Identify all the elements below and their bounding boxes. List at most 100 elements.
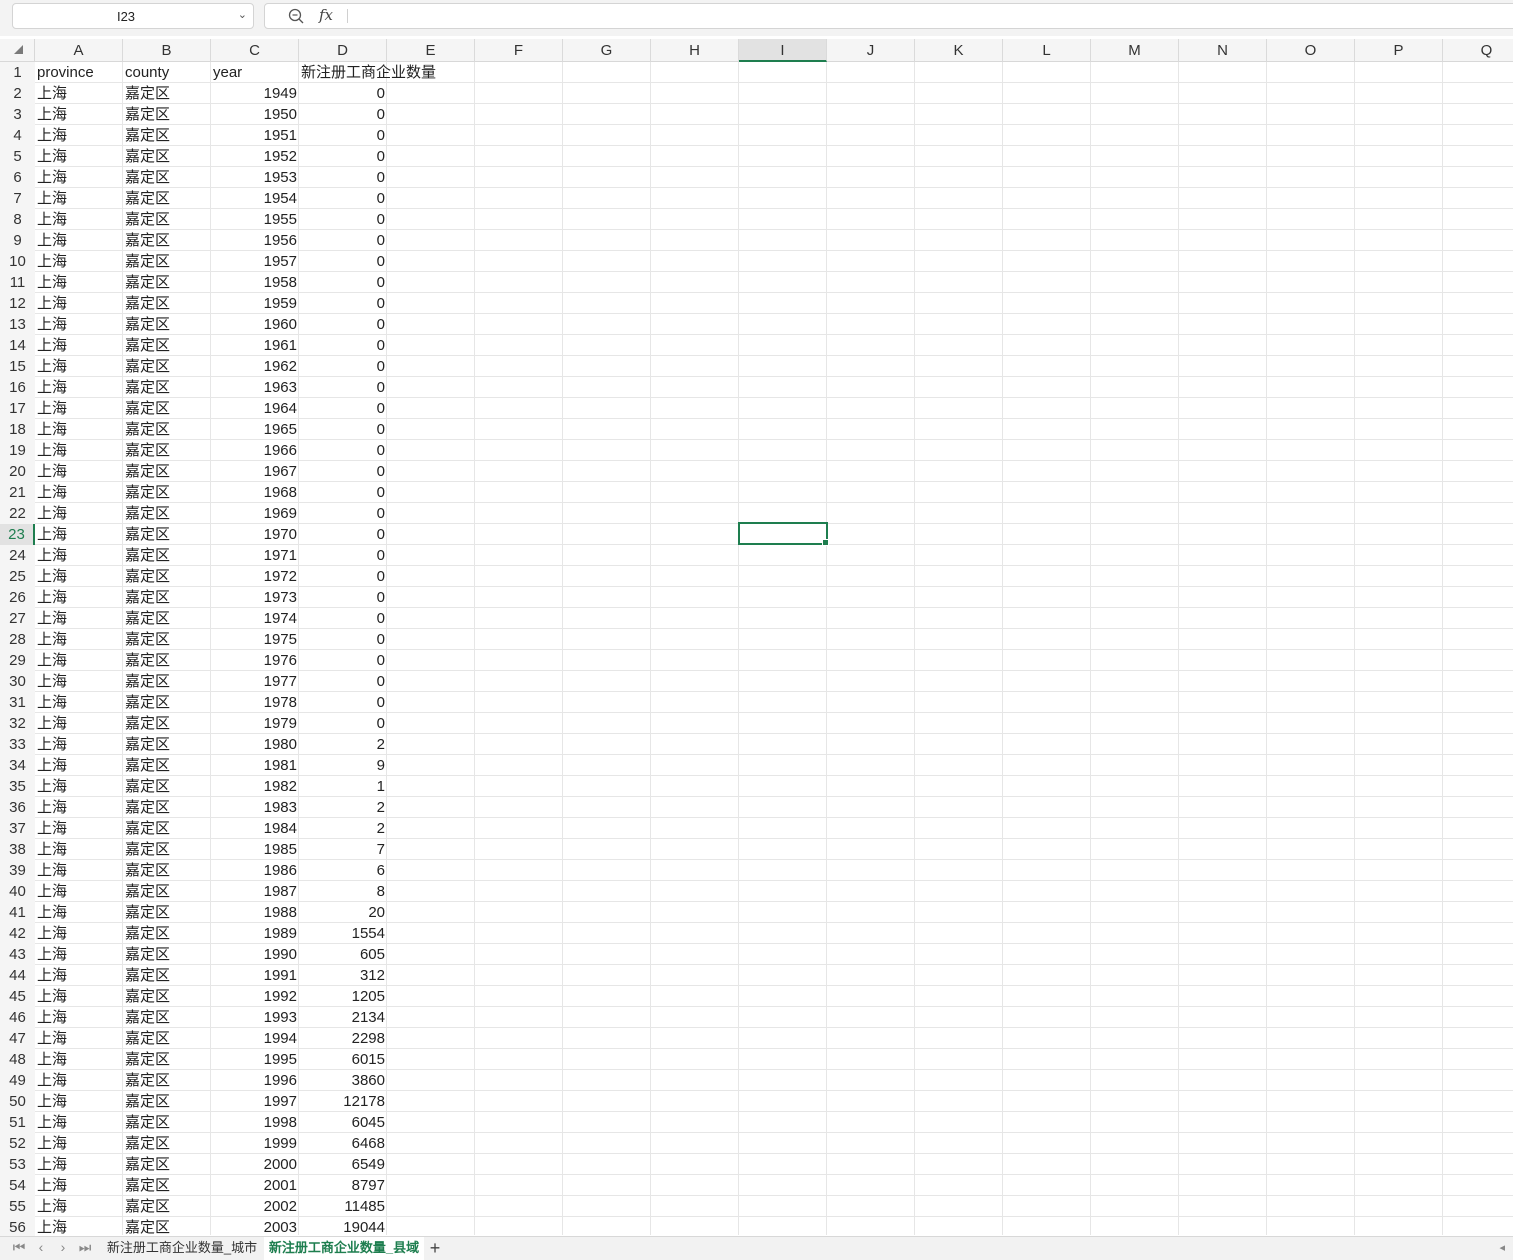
cell-year[interactable]: 1988	[211, 902, 299, 923]
cell-province[interactable]: 上海	[35, 188, 123, 209]
cell-province[interactable]: 上海	[35, 104, 123, 125]
cell-year[interactable]: 1954	[211, 188, 299, 209]
cell-province[interactable]: 上海	[35, 167, 123, 188]
row-header[interactable]: 20	[0, 461, 35, 482]
row-header[interactable]: 37	[0, 818, 35, 839]
header-cell-new-enterprises[interactable]: 新注册工商企业数量	[299, 62, 499, 83]
cell-province[interactable]: 上海	[35, 1112, 123, 1133]
cell-year[interactable]: 1998	[211, 1112, 299, 1133]
cell-year[interactable]: 1959	[211, 293, 299, 314]
cell-province[interactable]: 上海	[35, 419, 123, 440]
cell-county[interactable]: 嘉定区	[123, 587, 211, 608]
row-header[interactable]: 46	[0, 1007, 35, 1028]
cell-year[interactable]: 1951	[211, 125, 299, 146]
cell-province[interactable]: 上海	[35, 923, 123, 944]
cell-county[interactable]: 嘉定区	[123, 1049, 211, 1070]
cell-year[interactable]: 1964	[211, 398, 299, 419]
cell-county[interactable]: 嘉定区	[123, 1091, 211, 1112]
row-header[interactable]: 4	[0, 125, 35, 146]
cell-year[interactable]: 1968	[211, 482, 299, 503]
cell-count[interactable]: 0	[299, 314, 387, 335]
cell-county[interactable]: 嘉定区	[123, 461, 211, 482]
cell-province[interactable]: 上海	[35, 83, 123, 104]
cell-province[interactable]: 上海	[35, 587, 123, 608]
cell-year[interactable]: 1991	[211, 965, 299, 986]
cell-year[interactable]: 1972	[211, 566, 299, 587]
cell-province[interactable]: 上海	[35, 1091, 123, 1112]
column-header-i[interactable]: I	[739, 39, 827, 62]
cell-county[interactable]: 嘉定区	[123, 1070, 211, 1091]
cell-province[interactable]: 上海	[35, 818, 123, 839]
cell-count[interactable]: 0	[299, 524, 387, 545]
cell-county[interactable]: 嘉定区	[123, 566, 211, 587]
cell-area[interactable]: province county year 新注册工商企业数量 上海 嘉定区 1949…	[35, 62, 1513, 1235]
column-header-m[interactable]: M	[1091, 39, 1179, 62]
row-header[interactable]: 24	[0, 545, 35, 566]
cell-province[interactable]: 上海	[35, 839, 123, 860]
cell-county[interactable]: 嘉定区	[123, 923, 211, 944]
cell-county[interactable]: 嘉定区	[123, 545, 211, 566]
cell-count[interactable]: 0	[299, 293, 387, 314]
row-header[interactable]: 7	[0, 188, 35, 209]
cell-province[interactable]: 上海	[35, 377, 123, 398]
cell-county[interactable]: 嘉定区	[123, 965, 211, 986]
cell-year[interactable]: 1990	[211, 944, 299, 965]
cell-count[interactable]: 0	[299, 188, 387, 209]
cell-count[interactable]: 0	[299, 230, 387, 251]
cell-year[interactable]: 1997	[211, 1091, 299, 1112]
cell-county[interactable]: 嘉定区	[123, 986, 211, 1007]
column-header-n[interactable]: N	[1179, 39, 1267, 62]
cell-count[interactable]: 3860	[299, 1070, 387, 1091]
row-header[interactable]: 29	[0, 650, 35, 671]
cell-province[interactable]: 上海	[35, 440, 123, 461]
cell-province[interactable]: 上海	[35, 482, 123, 503]
cell-province[interactable]: 上海	[35, 776, 123, 797]
cell-province[interactable]: 上海	[35, 293, 123, 314]
cell-year[interactable]: 2003	[211, 1217, 299, 1235]
cell-count[interactable]: 20	[299, 902, 387, 923]
row-header[interactable]: 54	[0, 1175, 35, 1196]
cell-county[interactable]: 嘉定区	[123, 293, 211, 314]
cell-year[interactable]: 1957	[211, 251, 299, 272]
row-header[interactable]: 17	[0, 398, 35, 419]
cell-province[interactable]: 上海	[35, 461, 123, 482]
cell-count[interactable]: 9	[299, 755, 387, 776]
header-cell-county[interactable]: county	[123, 62, 211, 83]
cell-year[interactable]: 1993	[211, 1007, 299, 1028]
cell-county[interactable]: 嘉定区	[123, 692, 211, 713]
cell-year[interactable]: 1952	[211, 146, 299, 167]
row-header[interactable]: 27	[0, 608, 35, 629]
cell-county[interactable]: 嘉定区	[123, 650, 211, 671]
row-header[interactable]: 9	[0, 230, 35, 251]
select-all-icon[interactable]	[14, 45, 23, 54]
column-header-a[interactable]: A	[35, 39, 123, 62]
cell-county[interactable]: 嘉定区	[123, 944, 211, 965]
row-header[interactable]: 8	[0, 209, 35, 230]
cell-province[interactable]: 上海	[35, 1175, 123, 1196]
column-header-l[interactable]: L	[1003, 39, 1091, 62]
cell-province[interactable]: 上海	[35, 629, 123, 650]
cell-year[interactable]: 1970	[211, 524, 299, 545]
cell-year[interactable]: 1961	[211, 335, 299, 356]
cell-year[interactable]: 1973	[211, 587, 299, 608]
cell-count[interactable]: 0	[299, 83, 387, 104]
cell-count[interactable]: 8	[299, 881, 387, 902]
cell-year[interactable]: 1996	[211, 1070, 299, 1091]
cell-county[interactable]: 嘉定区	[123, 398, 211, 419]
cell-count[interactable]: 11485	[299, 1196, 387, 1217]
cell-county[interactable]: 嘉定区	[123, 188, 211, 209]
row-header[interactable]: 51	[0, 1112, 35, 1133]
cell-year[interactable]: 1958	[211, 272, 299, 293]
cell-count[interactable]: 0	[299, 251, 387, 272]
fill-handle[interactable]	[822, 539, 829, 546]
cell-county[interactable]: 嘉定区	[123, 482, 211, 503]
row-header[interactable]: 43	[0, 944, 35, 965]
header-cell-province[interactable]: province	[35, 62, 123, 83]
cell-year[interactable]: 1971	[211, 545, 299, 566]
row-header[interactable]: 36	[0, 797, 35, 818]
cell-year[interactable]: 1987	[211, 881, 299, 902]
cell-county[interactable]: 嘉定区	[123, 881, 211, 902]
row-header[interactable]: 38	[0, 839, 35, 860]
cell-count[interactable]: 0	[299, 461, 387, 482]
cell-province[interactable]: 上海	[35, 335, 123, 356]
